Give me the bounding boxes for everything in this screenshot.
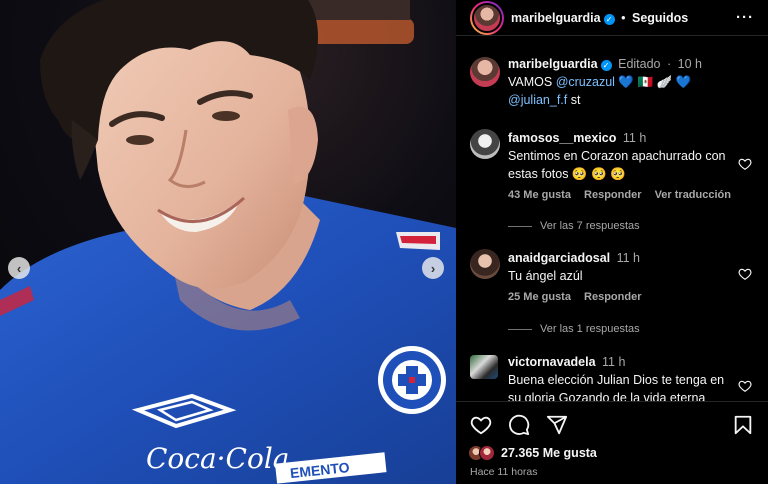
post-side-panel: maribelguardia ✓ • Seguidos ··· maribelgu… [456,0,768,484]
comment-username[interactable]: victornavadela [508,355,596,369]
translate-button[interactable]: Ver traducción [655,189,731,201]
likes-summary[interactable]: 27.365 Me gusta [468,444,597,462]
post-media[interactable]: Coca·Cola EMENTO ‹ › [0,0,456,484]
chevron-left-icon: ‹ [16,260,22,276]
comment-body: anaidgarciadosal 11 h Tu ángel azúl [508,249,738,285]
comment-text: Sentimos en Corazon apachurrado con esta… [508,149,726,181]
bookmark-icon[interactable] [732,414,754,436]
replies-line [508,328,532,330]
caption-emojis: 💙 🇲🇽 🪽 💙 [614,75,692,89]
author-username[interactable]: maribelguardia [511,11,601,25]
heart-icon[interactable] [738,157,752,171]
comment-text: Tu ángel azúl [508,269,583,283]
liker-avatar [479,445,495,461]
caption-separator: · [667,57,672,71]
post-modal: Coca·Cola EMENTO ‹ › maribelguardia ✓ • S… [0,0,768,484]
comment-username[interactable]: anaidgarciadosal [508,251,610,265]
caption-avatar[interactable] [470,57,500,87]
following-button[interactable]: Seguidos [632,11,688,25]
heart-icon[interactable] [738,267,752,281]
comments-list[interactable]: maribelguardia ✓ Editado · 10 h VAMOS @cr… [456,37,768,401]
previous-photo-button[interactable]: ‹ [8,257,30,279]
comment-time: 11 h [602,355,626,369]
comment-time: 11 h [616,251,641,265]
next-photo-button[interactable]: › [422,257,444,279]
heart-icon[interactable] [738,379,752,393]
post-photo: Coca·Cola EMENTO [0,0,456,484]
comment-likes[interactable]: 25 Me gusta [508,291,571,303]
jersey-sponsor: Coca·Cola [146,442,290,475]
share-icon[interactable] [546,414,568,436]
separator-dot: • [621,11,626,25]
comment-likes[interactable]: 43 Me gusta [508,189,571,201]
caption-username[interactable]: maribelguardia [508,57,598,71]
comment-avatar[interactable] [470,129,500,159]
caption-text-start: VAMOS [508,75,556,89]
comment-icon[interactable] [508,414,530,436]
mention-link[interactable]: @julian_f.f [508,93,567,107]
view-replies-button[interactable]: Ver las 1 respuestas [508,323,640,335]
caption-time: 10 h [677,57,702,71]
mention-link[interactable]: @cruzazul [556,75,615,89]
caption-text-end: st [567,93,581,107]
reply-button[interactable]: Responder [584,291,641,303]
likes-count[interactable]: 27.365 Me gusta [501,446,597,460]
view-replies-label: Ver las 1 respuestas [540,323,640,335]
header-author-line: maribelguardia ✓ • Seguidos [511,11,688,25]
heart-icon[interactable] [470,414,492,436]
comment-actions: 25 Me gusta Responder [508,291,652,303]
caption-text: VAMOS @cruzazul 💙 🇲🇽 🪽 💙 @julian_f.f st [508,73,738,109]
verified-badge-icon: ✓ [603,14,615,25]
comment-body: famosos__mexico 11 h Sentimos en Corazon… [508,129,738,183]
comment-body: victornavadela 11 h Buena elección Julia… [508,353,738,401]
verified-badge-icon: ✓ [600,60,612,71]
comment-avatar[interactable] [470,355,498,379]
chevron-right-icon: › [430,260,436,276]
comment-actions: 43 Me gusta Responder Ver traducción [508,189,741,201]
comment-text: Buena elección Julian Dios te tenga en s… [508,373,725,401]
edited-label: Editado [618,57,661,71]
comment-avatar[interactable] [470,249,500,279]
view-replies-button[interactable]: Ver las 7 respuestas [508,220,640,232]
comment-time: 11 h [622,131,647,145]
caption-body: maribelguardia ✓ Editado · 10 h VAMOS @cr… [508,55,738,109]
post-footer: 27.365 Me gusta Hace 11 horas [456,401,768,484]
comment-username[interactable]: famosos__mexico [508,131,616,145]
reply-button[interactable]: Responder [584,189,641,201]
view-replies-label: Ver las 7 respuestas [540,220,640,232]
post-header: maribelguardia ✓ • Seguidos ··· [456,0,768,36]
more-options-icon[interactable]: ··· [736,9,754,26]
replies-line [508,225,532,227]
post-time: Hace 11 horas [470,466,538,478]
author-avatar[interactable] [470,1,504,35]
